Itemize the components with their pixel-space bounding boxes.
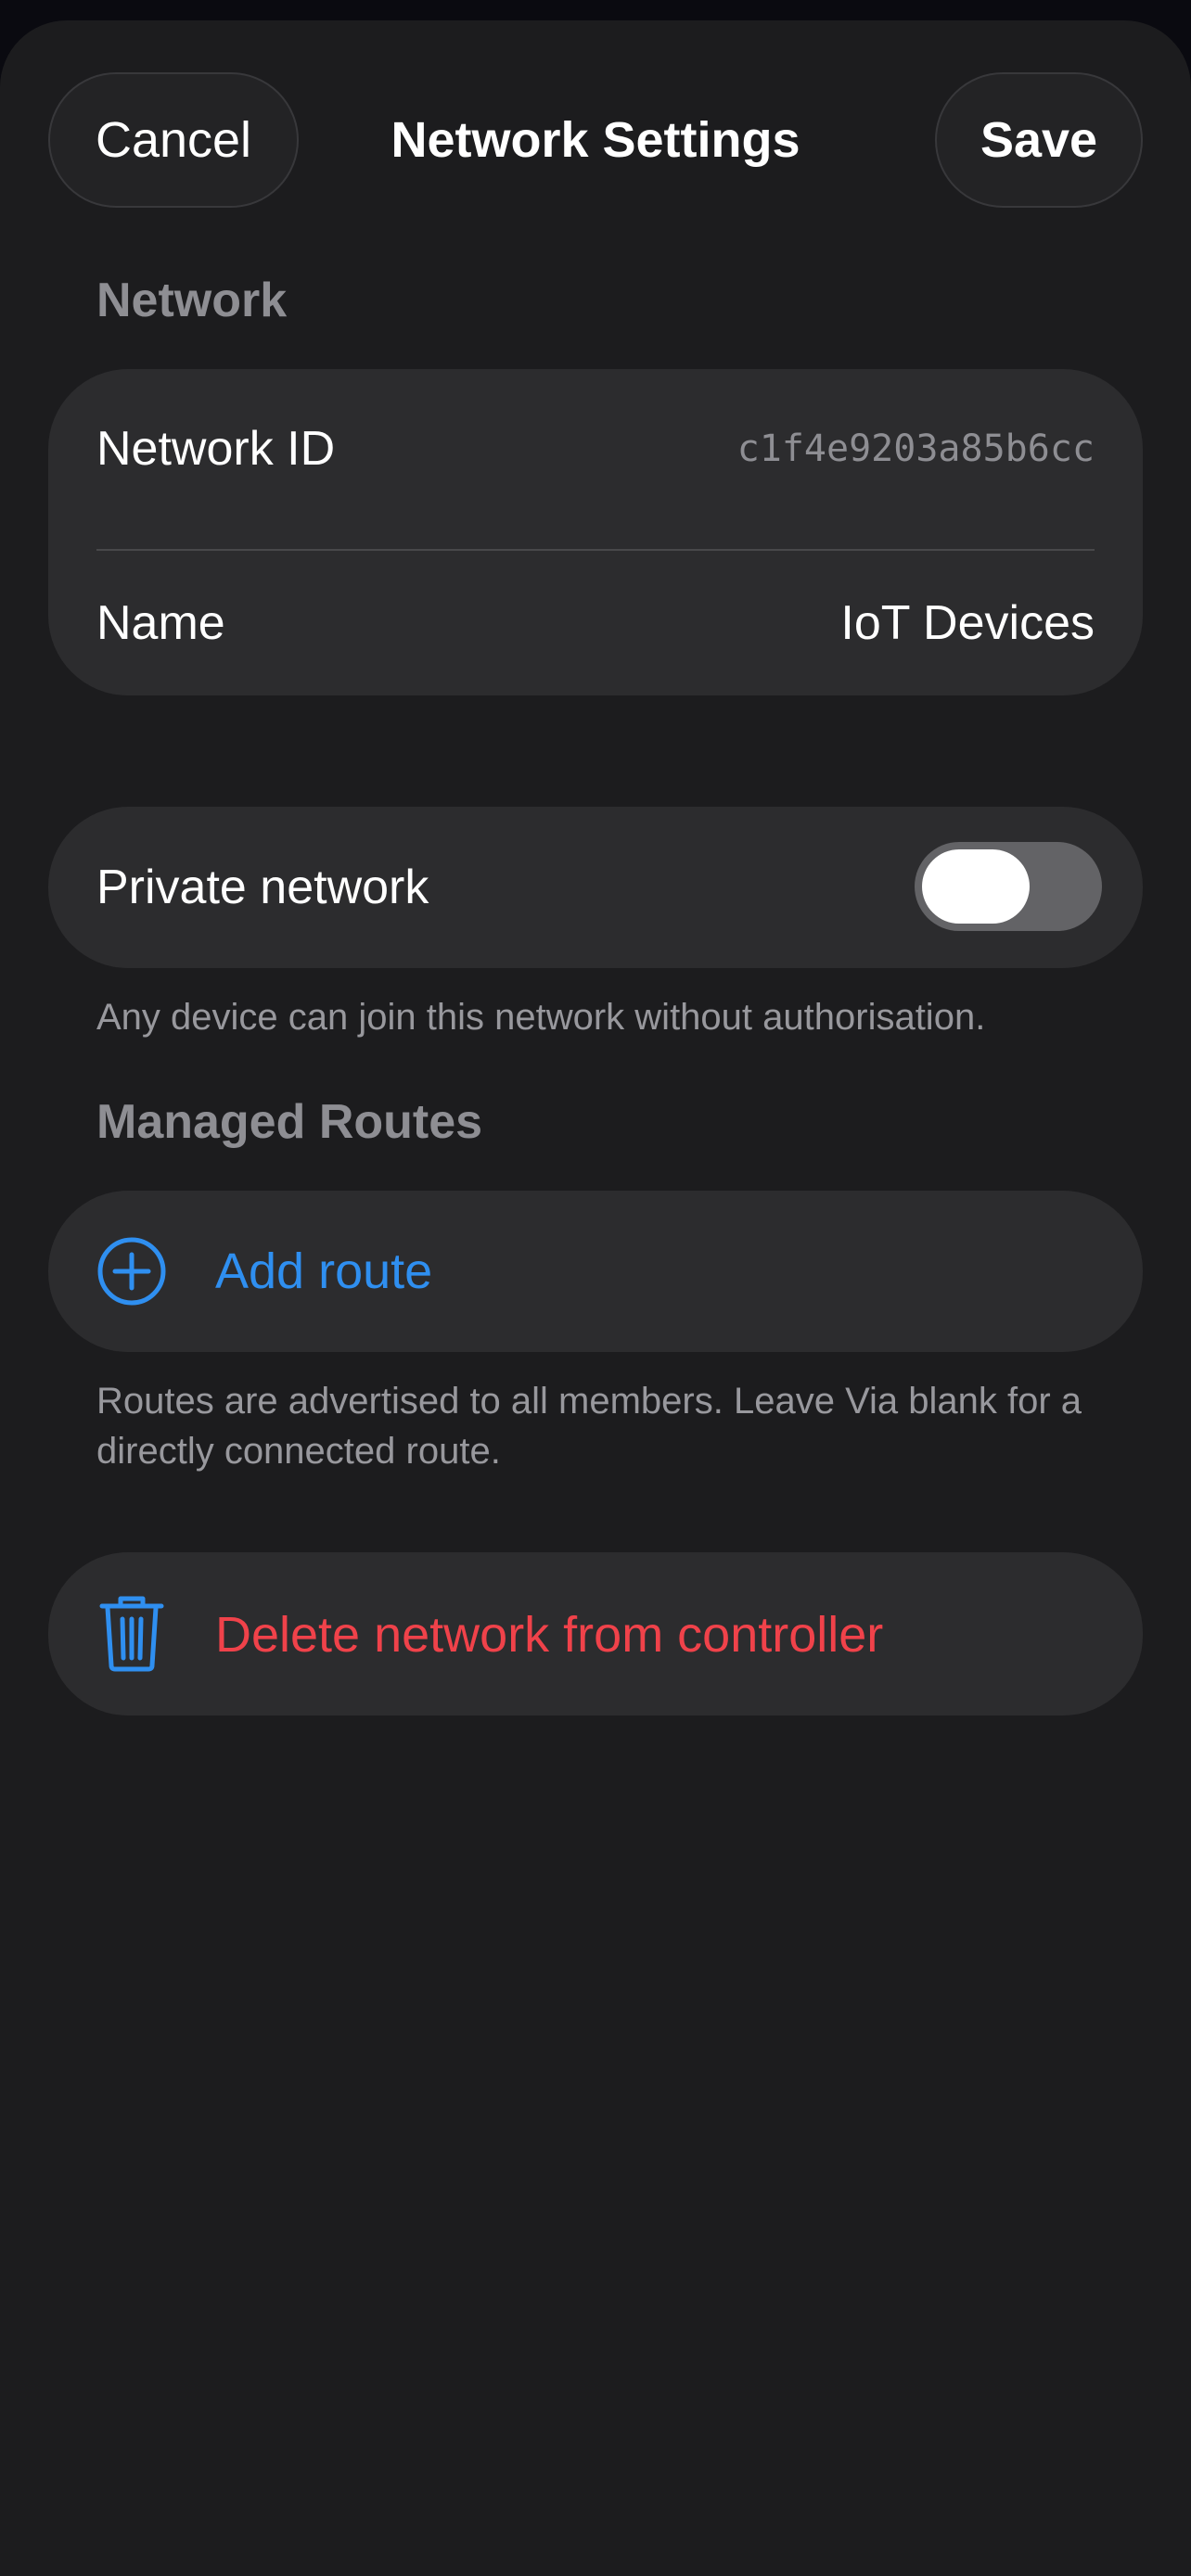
plus-circle-icon bbox=[97, 1237, 166, 1306]
toggle-knob bbox=[922, 849, 1030, 924]
section-label-network: Network bbox=[96, 274, 288, 327]
private-network-note: Any device can join this network without… bbox=[96, 997, 986, 1038]
name-value[interactable]: IoT Devices bbox=[840, 595, 1095, 651]
network-info-card: Network ID c1f4e9203a85b6cc Name IoT Dev… bbox=[48, 369, 1143, 695]
network-id-value[interactable]: c1f4e9203a85b6cc bbox=[737, 427, 1095, 470]
routes-note: Routes are advertised to all members. Le… bbox=[96, 1381, 1082, 1472]
network-id-label: Network ID bbox=[96, 422, 336, 476]
delete-network-label: Delete network from controller bbox=[215, 1607, 884, 1663]
add-route-row[interactable]: Add route bbox=[48, 1191, 1143, 1352]
name-label: Name bbox=[96, 596, 225, 650]
private-network-label: Private network bbox=[96, 861, 429, 914]
settings-sheet: Cancel Network Settings Save Network Net… bbox=[0, 20, 1191, 2576]
trash-icon bbox=[99, 1596, 164, 1672]
cancel-button[interactable]: Cancel bbox=[48, 72, 299, 208]
save-button[interactable]: Save bbox=[935, 72, 1143, 208]
network-id-row: Network ID c1f4e9203a85b6cc bbox=[96, 369, 1095, 529]
private-network-toggle[interactable] bbox=[915, 842, 1102, 931]
add-route-label: Add route bbox=[215, 1243, 433, 1299]
name-row[interactable]: Name IoT Devices bbox=[96, 551, 1095, 695]
page-title: Network Settings bbox=[391, 112, 800, 168]
delete-network-row[interactable]: Delete network from controller bbox=[48, 1552, 1143, 1715]
section-label-managed-routes: Managed Routes bbox=[96, 1095, 483, 1149]
